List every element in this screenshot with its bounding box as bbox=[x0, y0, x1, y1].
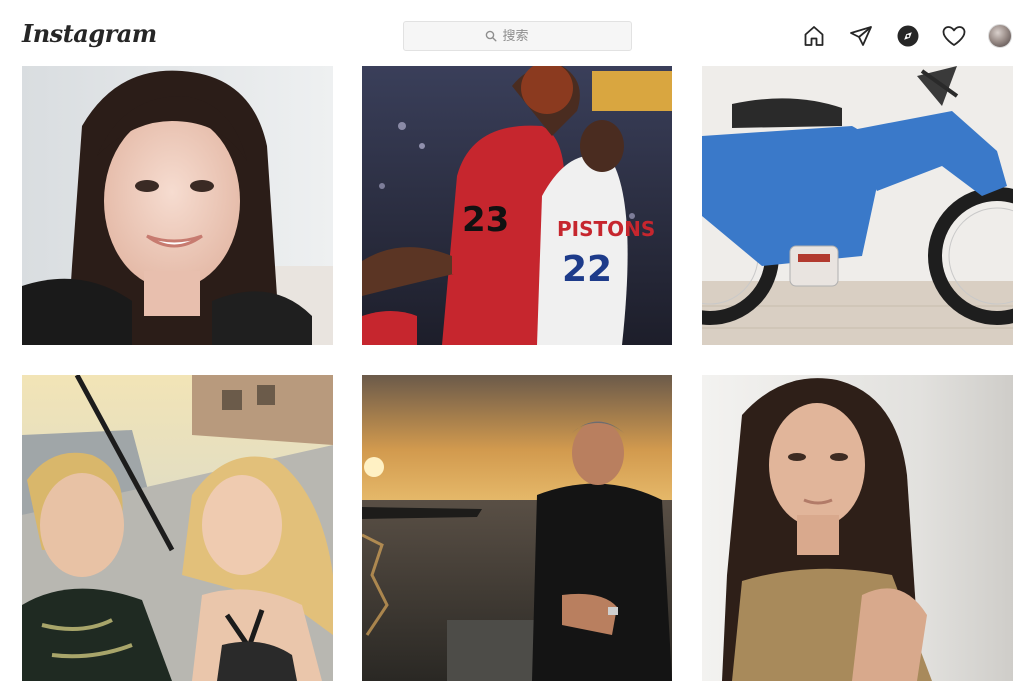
post-tile-moped[interactable] bbox=[702, 66, 1013, 345]
explore-icon[interactable] bbox=[894, 22, 922, 50]
instagram-logo[interactable]: Instagram bbox=[22, 20, 157, 48]
post-image bbox=[702, 66, 1013, 345]
top-navigation-bar: Instagram bbox=[0, 0, 1024, 66]
svg-text:22: 22 bbox=[562, 249, 612, 290]
post-tile-woman-portrait[interactable] bbox=[702, 375, 1013, 681]
nav-icons bbox=[800, 22, 1020, 50]
post-tile-sunset-man[interactable] bbox=[362, 375, 672, 681]
profile-avatar[interactable] bbox=[986, 22, 1014, 50]
search-box[interactable] bbox=[403, 21, 632, 51]
post-image bbox=[702, 375, 1013, 681]
post-tile-basketball[interactable]: PISTONS 22 23 bbox=[362, 66, 672, 345]
post-image: PISTONS 22 23 bbox=[362, 66, 672, 345]
explore-grid: PISTONS 22 23 bbox=[0, 0, 1024, 689]
avatar bbox=[988, 24, 1012, 48]
post-image bbox=[362, 375, 672, 681]
post-tile-couple-selfie[interactable] bbox=[22, 375, 333, 681]
search-input[interactable] bbox=[502, 28, 551, 44]
post-image bbox=[22, 375, 333, 681]
post-tile-portrait-woman[interactable] bbox=[22, 66, 333, 345]
activity-heart-icon[interactable] bbox=[940, 22, 968, 50]
direct-icon[interactable] bbox=[847, 22, 875, 50]
svg-text:23: 23 bbox=[462, 200, 509, 240]
home-icon[interactable] bbox=[800, 22, 828, 50]
search-icon bbox=[485, 30, 497, 42]
post-image bbox=[22, 66, 333, 345]
svg-text:PISTONS: PISTONS bbox=[557, 217, 655, 241]
